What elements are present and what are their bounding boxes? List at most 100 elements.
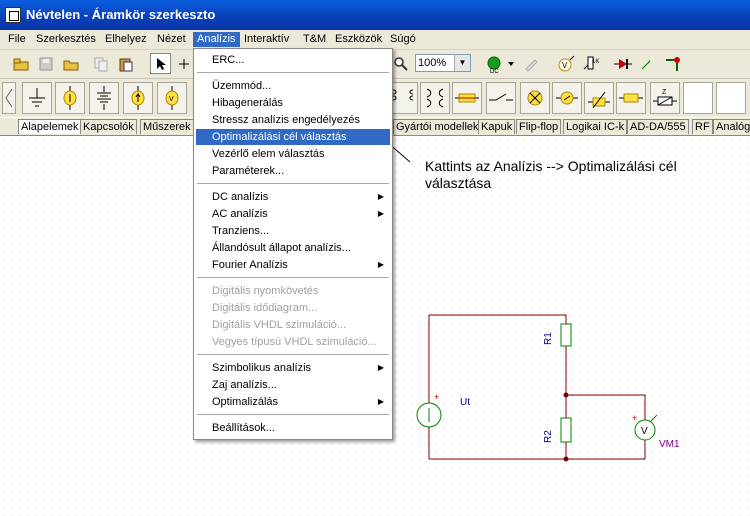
menu-item-digitalis-nyomkovetes: Digitális nyomkövetés <box>212 285 319 297</box>
motor-icon[interactable] <box>552 82 582 114</box>
tab-alapelemek[interactable]: Alapelemek <box>18 119 82 134</box>
tab-flip-flop[interactable]: Flip-flop <box>516 119 562 134</box>
save-icon[interactable] <box>35 53 56 74</box>
menu-item-allandosult-allapot[interactable]: Állandósult állapot analízis... <box>196 240 390 256</box>
probe-pin-icon[interactable] <box>662 53 683 74</box>
r1-label: R1 <box>543 332 554 345</box>
switch-icon[interactable] <box>486 82 516 114</box>
junction-node-top <box>563 392 569 398</box>
empty-slot <box>716 82 746 114</box>
pen-icon[interactable] <box>520 53 541 74</box>
menu-bar: File Szerkesztés Elhelyez Nézet Analízis… <box>0 30 750 50</box>
menu-analizis[interactable]: Analízis <box>193 32 240 47</box>
current-source-icon[interactable] <box>123 82 153 114</box>
copy-icon[interactable] <box>90 53 111 74</box>
menu-item-digitalis-vhdl: Digitális VHDL szimuláció... <box>212 319 347 331</box>
menu-file[interactable]: File <box>4 32 30 47</box>
menu-item-vezerlo-elem[interactable]: Vezérlő elem választás <box>196 146 390 162</box>
junction-node-bottom <box>563 456 569 462</box>
menu-item-tranziens[interactable]: Tranziens... <box>196 223 390 239</box>
tab-ad-da-555[interactable]: AD-DA/555 <box>627 119 689 134</box>
dc-analysis-icon[interactable]: DC <box>483 53 504 74</box>
select-arrow-icon[interactable] <box>150 53 171 74</box>
submenu-arrow-icon: ▶ <box>377 260 384 269</box>
menu-separator <box>197 277 389 278</box>
lamp-icon[interactable] <box>520 82 550 114</box>
voltmeter-probe-icon[interactable]: V <box>555 53 576 74</box>
menu-item-optimalizalasi-cel[interactable]: Optimalizálási cél választás <box>196 129 390 145</box>
tab-kapcsolok[interactable]: Kapcsolók <box>80 119 137 134</box>
menu-item-erc[interactable]: ERC... <box>196 52 390 68</box>
svg-text:DC: DC <box>490 69 499 74</box>
menu-item-fourier-analizis[interactable]: Fourier Analízis ▶ <box>196 257 390 273</box>
window-title: Névtelen - Áramkör szerkeszto <box>26 7 216 22</box>
title-bar: Névtelen - Áramkör szerkeszto <box>0 0 750 30</box>
svg-text:Z: Z <box>662 89 667 96</box>
svg-text:V: V <box>169 96 174 103</box>
resistor-1k-icon[interactable]: 1K <box>580 53 601 74</box>
scroll-left-icon[interactable] <box>2 82 16 114</box>
zoom-select[interactable]: 100% ▼ <box>415 54 471 72</box>
voltmeter-label: VM1 <box>659 439 680 450</box>
circuit-schematic[interactable]: R1 R2 Ut VM1 V + + <box>410 300 690 470</box>
chevron-down-icon[interactable]: ▼ <box>454 55 470 71</box>
voltmeter-plus-sign: + <box>632 413 637 423</box>
potentiometer-icon[interactable] <box>584 82 614 114</box>
menu-nezet[interactable]: Nézet <box>153 32 190 47</box>
paste-icon[interactable] <box>115 53 136 74</box>
led-icon[interactable] <box>637 53 658 74</box>
menu-interaktiv[interactable]: Interaktív <box>240 32 293 47</box>
app-icon <box>5 7 21 23</box>
r2-label: R2 <box>543 430 554 443</box>
voltage-source-icon[interactable] <box>55 82 85 114</box>
menu-item-hibageneralas[interactable]: Hibagenerálás <box>196 95 390 111</box>
fuse-icon[interactable] <box>452 82 482 114</box>
tab-analog[interactable]: Analóg <box>713 119 750 134</box>
menu-item-szimbolikus-analizis[interactable]: Szimbolikus analízis ▶ <box>196 360 390 376</box>
menu-separator <box>197 414 389 415</box>
analizis-dropdown-menu: ERC... Üzemmód... Hibagenerálás Stressz … <box>193 48 393 440</box>
dc-dropdown-icon[interactable] <box>505 53 517 74</box>
source-label: Ut <box>460 397 470 408</box>
menu-item-parameterek[interactable]: Paraméterek... <box>196 163 390 179</box>
coupled-inductor-icon[interactable] <box>420 82 450 114</box>
diode-icon[interactable] <box>612 53 633 74</box>
resistor-r2-symbol[interactable] <box>560 417 572 443</box>
submenu-arrow-icon: ▶ <box>377 209 384 218</box>
new-file-icon[interactable] <box>10 53 31 74</box>
menu-item-uzemmod[interactable]: Üzemmód... <box>196 78 390 94</box>
menu-szerkesztes[interactable]: Szerkesztés <box>32 32 100 47</box>
menu-separator <box>197 72 389 73</box>
menu-item-optimalizalas[interactable]: Optimalizálás ▶ <box>196 394 390 410</box>
tab-muszerek[interactable]: Műszerek <box>140 119 194 134</box>
submenu-arrow-icon: ▶ <box>377 192 384 201</box>
resistor-icon[interactable] <box>616 82 646 114</box>
submenu-arrow-icon: ▶ <box>377 397 384 406</box>
zoom-value: 100% <box>418 57 447 69</box>
zoom-icon[interactable] <box>390 53 411 74</box>
wire-tool-icon[interactable] <box>173 53 194 74</box>
voltmeter-icon[interactable]: V <box>157 82 187 114</box>
menu-item-zaj-analizis[interactable]: Zaj analízis... <box>196 377 390 393</box>
menu-item-beallitasok[interactable]: Beállítások... <box>196 420 390 436</box>
menu-item-digitalis-idodiagram: Digitális idődiagram... <box>212 302 318 314</box>
tab-logikai-ic[interactable]: Logikai IC-k <box>563 119 628 134</box>
menu-separator <box>197 183 389 184</box>
menu-item-stressz-analizis[interactable]: Stressz analízis engedélyezés <box>196 112 390 128</box>
menu-tm[interactable]: T&M <box>299 32 330 47</box>
menu-elhelyez[interactable]: Elhelyez <box>101 32 151 47</box>
annotation-text: Kattints az Analízis --> Optimalizálási … <box>425 158 677 191</box>
menu-item-ac-analizis[interactable]: AC analízis ▶ <box>196 206 390 222</box>
menu-item-vegyes-vhdl: Vegyes típusú VHDL szimuláció... <box>212 336 377 348</box>
menu-item-dc-analizis[interactable]: DC analízis ▶ <box>196 189 390 205</box>
open-folder-icon[interactable] <box>60 53 81 74</box>
menu-sugo[interactable]: Súgó <box>386 32 420 47</box>
tab-rf[interactable]: RF <box>692 119 713 134</box>
resistor-r1-symbol[interactable] <box>560 323 572 347</box>
battery-icon[interactable] <box>89 82 119 114</box>
tab-kapuk[interactable]: Kapuk <box>478 119 516 134</box>
menu-eszkozok[interactable]: Eszközök <box>331 32 386 47</box>
impedance-icon[interactable]: Z <box>650 82 680 114</box>
ground-icon[interactable] <box>22 82 52 114</box>
svg-text:V: V <box>562 61 568 70</box>
